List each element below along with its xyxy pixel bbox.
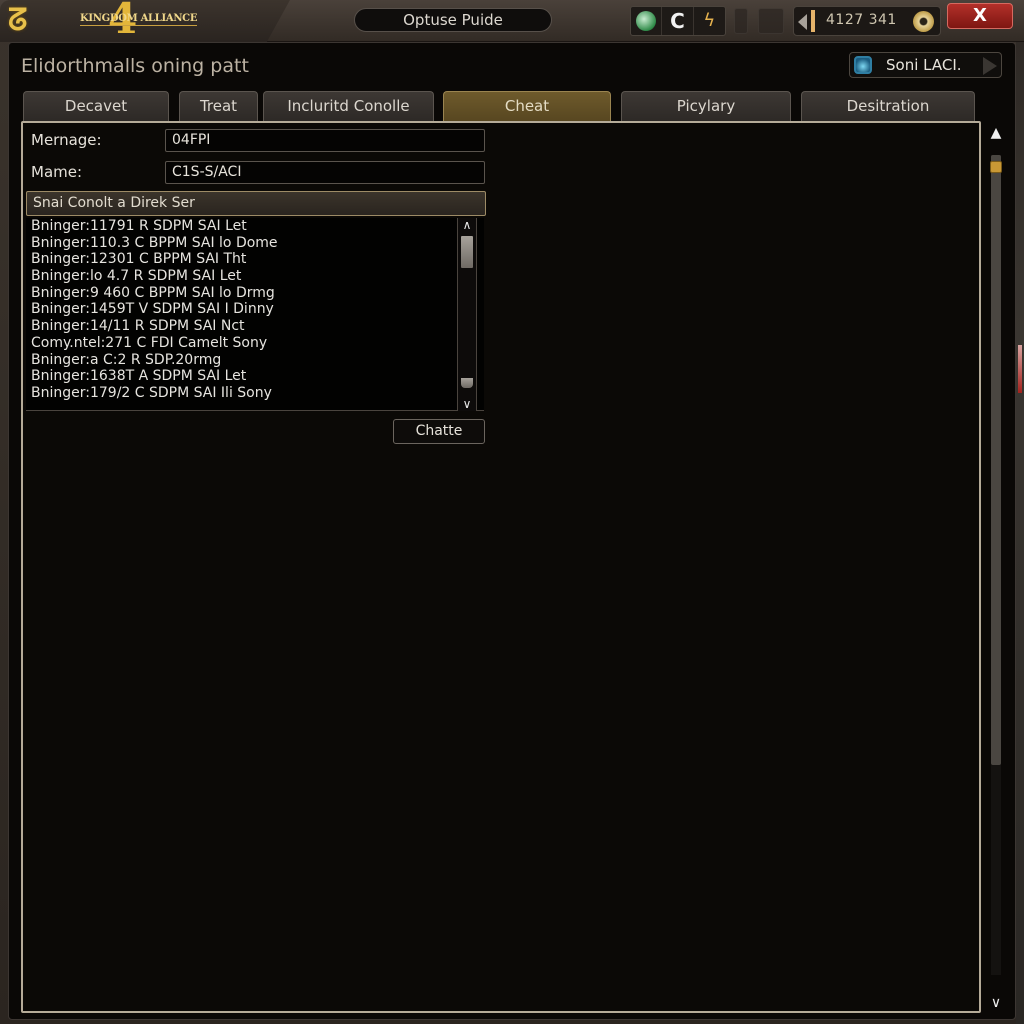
title-bar: ᘔ 4 KINGDOM ALLIANCE Optuse Puide C ϟ 41… <box>0 0 1024 42</box>
chevron-up-icon[interactable]: ∧ <box>458 218 476 232</box>
toolbar-group: C ϟ <box>630 6 726 36</box>
refresh-button[interactable]: C <box>662 7 694 35</box>
chatte-button[interactable]: Chatte <box>393 419 485 444</box>
list-item[interactable]: Bninger:9 460 C BPPM SAI lo Drmg <box>26 285 484 302</box>
refresh-icon: C <box>670 9 685 33</box>
profile-label: Soni LACI. <box>886 56 962 74</box>
currency-bar <box>811 10 815 32</box>
tab-desitration[interactable]: Desitration <box>801 91 975 121</box>
logo-block: ᘔ 4 KINGDOM ALLIANCE <box>0 0 290 42</box>
ghost-bottle-icon <box>734 8 748 34</box>
list-item[interactable]: Comy.ntel:271 C FDI Camelt Sony <box>26 335 484 352</box>
window-edge <box>1016 40 1024 1024</box>
name-label: Mame: <box>31 163 83 181</box>
list-scrollbar[interactable]: ∧ ∨ <box>457 218 477 411</box>
list-item[interactable]: Bninger:110.3 C BPPM SAI lo Dome <box>26 235 484 252</box>
section-header[interactable]: Snai Conolt a Direk Ser <box>26 191 486 216</box>
chevron-down-icon[interactable]: ∨ <box>458 397 476 411</box>
coin-icon <box>913 11 934 32</box>
list-item[interactable]: Bninger:11791 R SDPM SAI Let <box>26 218 484 235</box>
list-scroll-end <box>461 378 473 388</box>
tab-treat[interactable]: Treat <box>179 91 258 121</box>
dragon-logo-icon: ᘔ <box>8 3 28 38</box>
list-item[interactable]: Bninger:1638T A SDPM SAI Let <box>26 368 484 385</box>
window-title: Optuse Puide <box>354 8 552 32</box>
list-item[interactable]: Bninger:a C:2 R SDP.20rmg <box>26 352 484 369</box>
message-label: Mernage: <box>31 131 102 149</box>
currency-amount: 4127 341 <box>826 12 897 28</box>
scroll-thumb[interactable] <box>991 155 1001 765</box>
list-item[interactable]: Bninger:1459T V SDPM SAI I Dinny <box>26 301 484 318</box>
green-orb-icon <box>636 11 657 31</box>
entry-list[interactable]: Bninger:11791 R SDPM SAI Let Bninger:110… <box>26 218 484 411</box>
main-scrollbar[interactable]: ▲ ∨ <box>983 121 1009 1013</box>
tab-incluritd-conolle[interactable]: Incluritd Conolle <box>263 91 434 121</box>
lightning-button[interactable]: ϟ <box>694 7 725 35</box>
content-panel: Mernage: 04FPI Mame: C1S-S/ACI Snai Cono… <box>21 121 981 1013</box>
arrow-left-icon[interactable] <box>798 14 807 30</box>
list-item[interactable]: Bninger:12301 C BPPM SAI Tht <box>26 251 484 268</box>
camera-icon <box>854 56 872 74</box>
scroll-up-icon[interactable]: ▲ <box>987 125 1005 141</box>
ghost-scroll-icon <box>758 8 784 34</box>
edge-marker <box>1018 345 1022 393</box>
play-icon[interactable] <box>983 57 997 75</box>
lock-icon <box>990 161 1002 173</box>
currency-display: 4127 341 <box>793 6 941 36</box>
scroll-down-icon[interactable]: ∨ <box>987 995 1005 1011</box>
list-scroll-thumb[interactable] <box>461 236 473 268</box>
name-input[interactable]: C1S-S/ACI <box>165 161 485 184</box>
profile-selector[interactable]: Soni LACI. <box>849 52 1002 78</box>
tab-cheat[interactable]: Cheat <box>443 91 611 122</box>
tab-picylary[interactable]: Picylary <box>621 91 791 121</box>
window-heading: Elidorthmalls oning patt <box>21 55 249 77</box>
message-input[interactable]: 04FPI <box>165 129 485 152</box>
list-item[interactable]: Bninger:14/11 R SDPM SAI Nct <box>26 318 484 335</box>
lightning-icon: ϟ <box>703 10 716 31</box>
tab-decavet[interactable]: Decavet <box>23 91 169 121</box>
close-button[interactable]: X <box>947 3 1013 29</box>
list-item[interactable]: Bninger:179/2 C SDPM SAI Ili Sony <box>26 385 484 402</box>
list-item[interactable]: Bninger:lo 4.7 R SDPM SAI Let <box>26 268 484 285</box>
logo-text: KINGDOM ALLIANCE <box>80 13 198 26</box>
main-window: Elidorthmalls oning patt Soni LACI. Deca… <box>8 42 1016 1020</box>
green-orb-button[interactable] <box>631 7 663 35</box>
